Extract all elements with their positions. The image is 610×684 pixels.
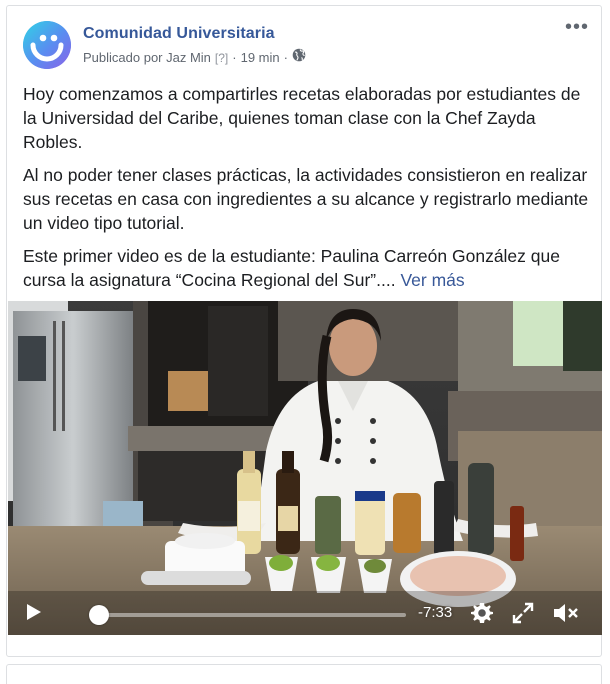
unknown-marker: [?] — [214, 50, 229, 65]
meta-separator: · — [283, 49, 288, 65]
post-body: Hoy comenzamos a compartirles recetas el… — [23, 82, 589, 301]
progress-scrubber[interactable] — [89, 605, 109, 625]
meta-separator: · — [232, 49, 237, 65]
post-paragraph-text: Este primer video es de la estudiante: P… — [23, 246, 560, 290]
post-timestamp[interactable]: 19 min — [241, 49, 280, 67]
gear-icon[interactable] — [470, 601, 494, 630]
see-more-link[interactable]: Ver más — [400, 270, 464, 290]
video-frame — [8, 301, 602, 635]
published-by[interactable]: Publicado por Jaz Min — [83, 49, 211, 67]
post-paragraph: Este primer video es de la estudiante: P… — [23, 244, 589, 292]
post-card: Comunidad Universitaria Publicado por Ja… — [6, 5, 602, 657]
next-post-card — [6, 664, 602, 684]
post-paragraph: Al no poder tener clases prácticas, la a… — [23, 165, 589, 233]
fullscreen-icon[interactable] — [512, 602, 534, 629]
globe-icon[interactable] — [292, 48, 306, 67]
video-player[interactable]: -7:33 — [8, 301, 602, 635]
video-controls: -7:33 — [8, 591, 602, 635]
post-paragraph: Hoy comenzamos a compartirles recetas el… — [23, 84, 581, 152]
post-header: Comunidad Universitaria Publicado por Ja… — [83, 24, 306, 67]
page-avatar[interactable] — [23, 21, 71, 69]
time-remaining: -7:33 — [418, 604, 453, 621]
post-meta: Publicado por Jaz Min [?] · 19 min · — [83, 48, 306, 67]
more-options-icon[interactable]: ••• — [565, 17, 589, 37]
volume-muted-icon[interactable] — [552, 601, 580, 630]
video-progress-bar[interactable] — [99, 613, 406, 617]
page-name-link[interactable]: Comunidad Universitaria — [83, 24, 306, 44]
play-icon[interactable] — [26, 603, 42, 626]
